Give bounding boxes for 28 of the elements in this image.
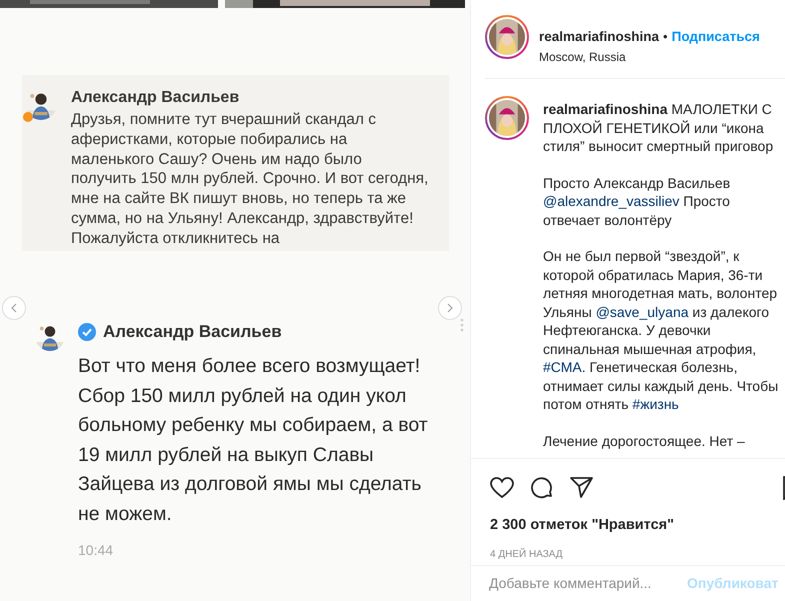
separator-dot: • bbox=[663, 28, 668, 46]
chevron-right-icon bbox=[447, 303, 453, 313]
caption-link[interactable]: #СМА bbox=[543, 359, 582, 375]
username-link[interactable]: realmariafinoshina bbox=[543, 101, 668, 117]
comment-field[interactable]: Добавьте комментарий... bbox=[489, 572, 684, 594]
caption-paragraph: Лечение дорогостоящее. Нет – bbox=[543, 432, 746, 450]
caption-link[interactable]: @alexandre_vassiliev bbox=[543, 193, 680, 209]
caption-paragraph: Он не был первой “звездой”, к которой обратилась Мария, 36-ти летняя многодетная мать, волонтер Ульяны @save_ulyana из далекого Нефтеюганска. У девочки спинальная мышечная атрофия, #СМА. Генетическая болезнь, отнимает силы каждый день. Чтобы потом отнять #жизнь bbox=[543, 247, 780, 414]
comment-icon[interactable] bbox=[530, 476, 554, 500]
author-name: Александр Васильев bbox=[71, 88, 240, 108]
heart-icon[interactable] bbox=[490, 476, 514, 498]
message-text: Вот что меня более всего возмущает! Сбор 150 милл рублей на один укол больному ребенку мы собираем, а вот 19 милл рублей на выкуп Славы Зайцева из долговой ямы мы сделать не можем. bbox=[78, 354, 429, 526]
more-icon bbox=[460, 318, 464, 332]
caption-paragraph: Просто Александр Васильев @alexandre_vassiliev Просто отвечает волонтёру bbox=[543, 174, 732, 229]
caption-paragraph: realmariafinoshina МАЛОЛЕТКИ С ПЛОХОЙ ГЕНЕТИКОЙ или “икона стиля” выносит смертный приговор bbox=[543, 100, 774, 156]
caption-link[interactable]: #жизнь bbox=[632, 396, 679, 412]
avatar[interactable] bbox=[485, 96, 529, 140]
share-icon[interactable] bbox=[570, 476, 594, 498]
username-link[interactable]: realmariafinoshina bbox=[539, 27, 660, 48]
message-time: 10:44 bbox=[78, 541, 114, 560]
avatar[interactable] bbox=[485, 15, 529, 59]
location-text: Moscow, Russia bbox=[539, 49, 627, 66]
message-text: Друзья, помните тут вчерашний скандал с аферистками, которые побирались на маленького Сашу? Очень им надо было получить 150 млн рублей. Срочно. И вот сегодня, мне на сайте ВК пишут вновь, но теперь та же сумма, но на Ульяну! Александр, здравствуйте! Пожалуйста откликнитесь на bbox=[71, 110, 429, 249]
caption-link[interactable]: @save_ulyana bbox=[596, 304, 689, 320]
author-name: Александр Васильев bbox=[103, 321, 282, 343]
post-date: 4 ДНЕЙ НАЗАД bbox=[490, 547, 564, 562]
chevron-left-icon bbox=[11, 303, 17, 313]
likes-count: 2 300 отметок "Нравится" bbox=[490, 516, 675, 535]
